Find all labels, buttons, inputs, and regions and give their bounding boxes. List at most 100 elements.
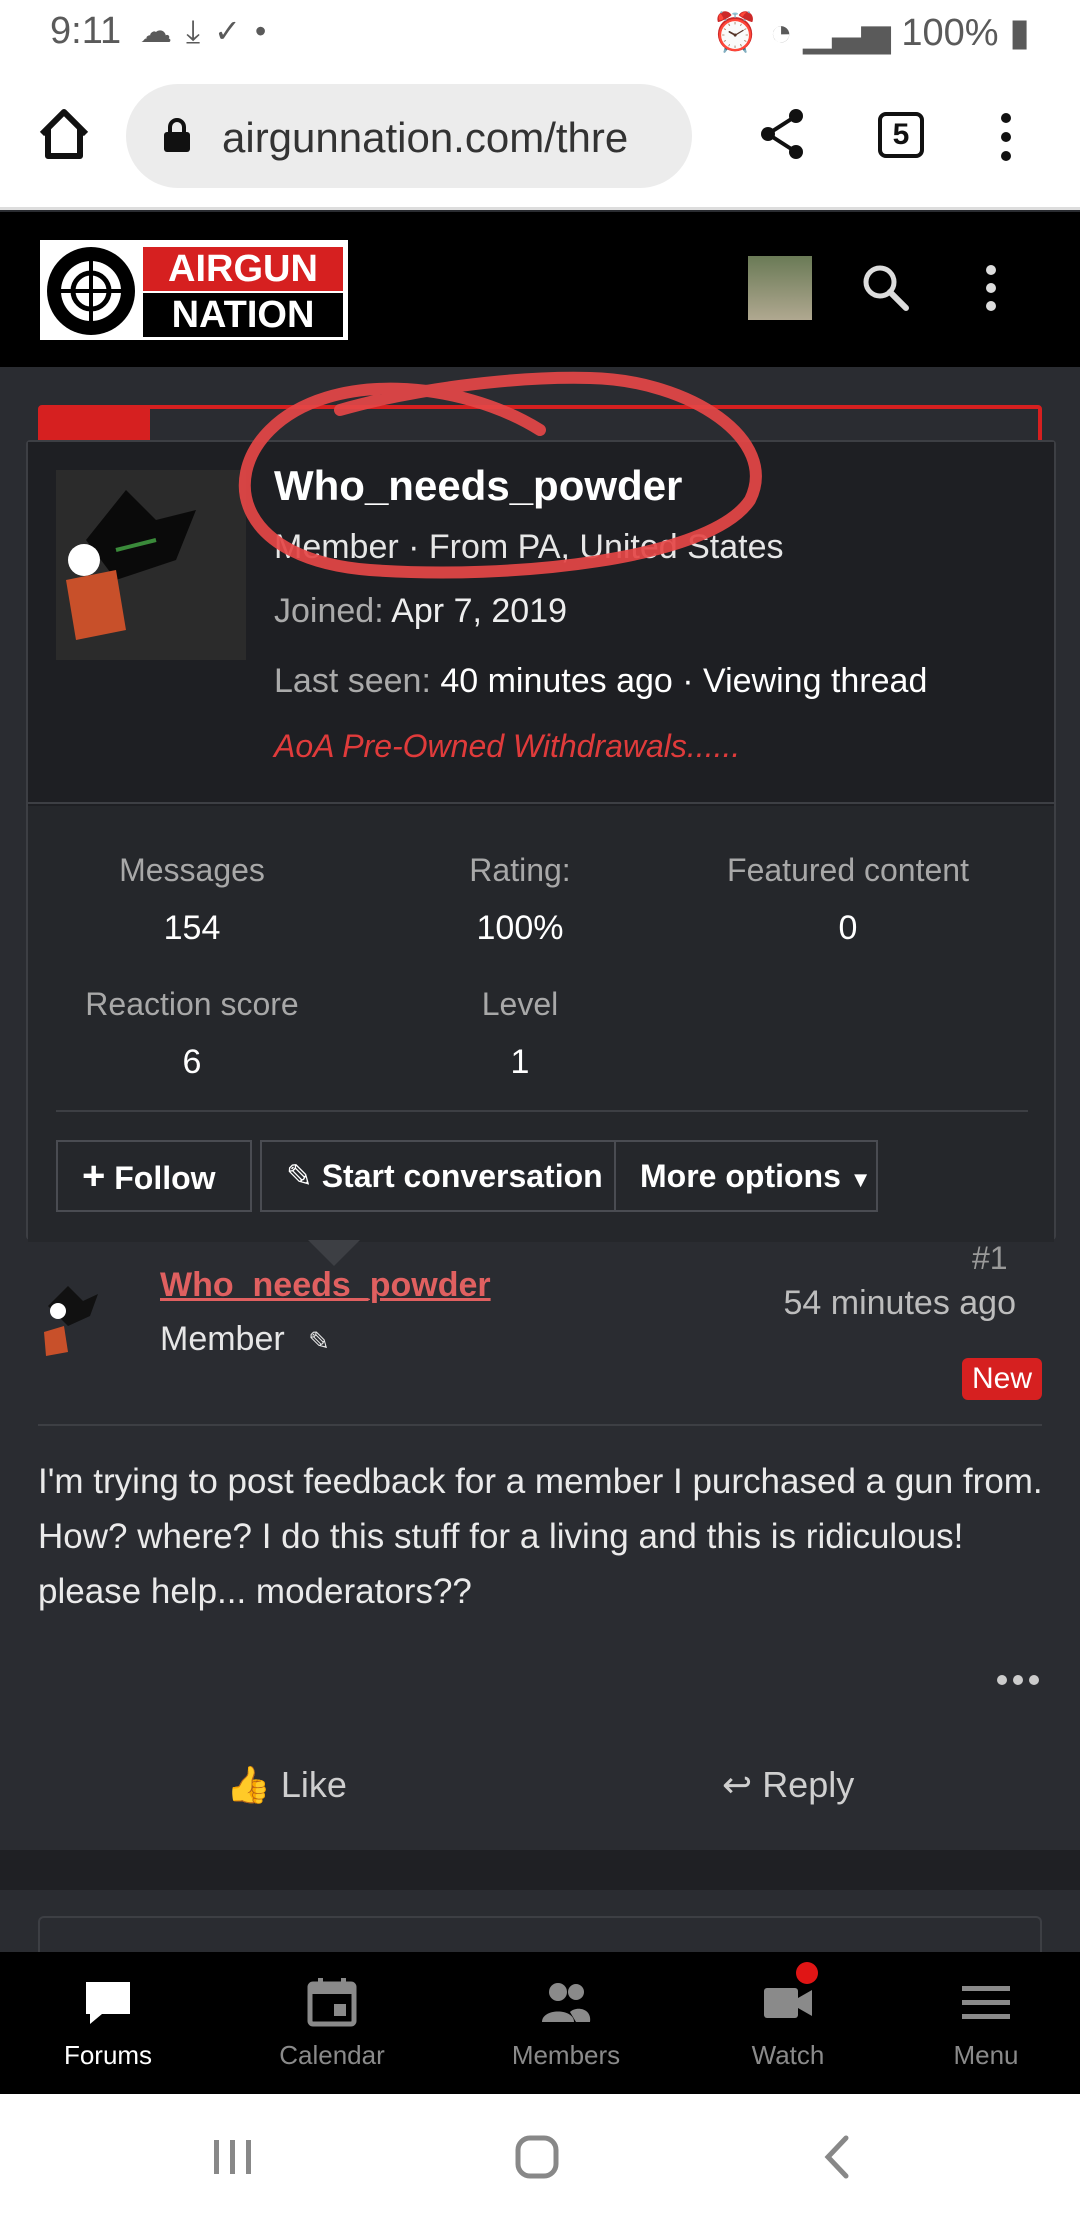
home-button-icon[interactable] xyxy=(514,2134,560,2180)
status-time: 9:11 xyxy=(50,10,122,52)
site-header: AIRGUN NATION xyxy=(0,212,1080,367)
nav-label: Menu xyxy=(953,2040,1019,2070)
status-bar: 9:11 ☁⤓✓• ⏰ ◔ ▁▃▅ 100% ▮ xyxy=(0,0,1080,62)
stat-messages: Messages 154 xyxy=(28,852,356,948)
reply-button[interactable]: ↩ Reply xyxy=(722,1764,854,1806)
follow-button[interactable]: + Follow xyxy=(56,1140,252,1212)
site-logo[interactable]: AIRGUN NATION xyxy=(40,240,348,340)
chat-bubble-icon xyxy=(86,1982,130,2024)
nav-watch[interactable]: Watch xyxy=(688,1952,888,2094)
reply-arrow-icon: ↩ xyxy=(722,1764,753,1805)
url-text: airgunnation.com/thre xyxy=(222,114,629,161)
browser-toolbar: airgunnation.com/thre 5 xyxy=(0,62,1080,210)
stat-value[interactable]: 0 xyxy=(684,909,1012,948)
nav-label: Members xyxy=(511,2040,621,2070)
more-vert-icon[interactable] xyxy=(984,264,998,312)
battery-icon: ▮ xyxy=(1009,12,1030,54)
plus-icon: + xyxy=(82,1154,106,1198)
logo-text-nation: NATION xyxy=(143,293,343,337)
browser-menu-icon[interactable] xyxy=(996,112,1016,162)
new-badge: New xyxy=(961,1358,1042,1400)
post-more-icon[interactable] xyxy=(996,1674,1040,1686)
member-tooltip-card: Who_needs_powder Member · From PA, Unite… xyxy=(26,440,1056,1266)
post-divider xyxy=(38,1424,1042,1426)
calendar-icon xyxy=(307,1978,357,2027)
viewing-thread-link[interactable]: AoA Pre-Owned Withdrawals...... xyxy=(274,728,740,765)
stat-label: Rating: xyxy=(469,852,571,888)
stat-value[interactable]: 100% xyxy=(356,909,684,948)
post-body: I'm trying to post feedback for a member… xyxy=(38,1462,1043,1611)
post-number[interactable]: #1 xyxy=(972,1240,1008,1277)
stat-value[interactable]: 154 xyxy=(28,909,356,948)
nav-forums[interactable]: Forums xyxy=(8,1952,208,2094)
nav-menu[interactable]: Menu xyxy=(886,1952,1080,2094)
back-icon[interactable] xyxy=(822,2134,852,2180)
share-icon[interactable] xyxy=(758,108,806,160)
nav-label: Calendar xyxy=(279,2040,385,2070)
reply-label: Reply xyxy=(762,1764,855,1805)
recents-icon[interactable] xyxy=(210,2136,256,2178)
signal-icon: ▁▃▅ xyxy=(803,12,891,54)
post-username-link[interactable]: Who_needs_powder xyxy=(160,1266,491,1305)
hamburger-icon xyxy=(962,1986,1010,2019)
last-seen-value: 40 minutes ago · Viewing thread xyxy=(440,662,928,700)
member-username[interactable]: Who_needs_powder xyxy=(274,462,682,510)
stat-label: Level xyxy=(481,986,559,1022)
post-avatar[interactable] xyxy=(38,1266,134,1362)
thumbs-up-icon: 👍 xyxy=(226,1764,271,1805)
battery-percent: 100% xyxy=(901,12,999,54)
wifi-icon: ◔ xyxy=(769,12,793,54)
system-navigation-bar xyxy=(0,2094,1080,2220)
user-avatar[interactable] xyxy=(748,256,812,320)
joined-value: Apr 7, 2019 xyxy=(391,592,568,630)
like-button[interactable]: 👍 Like xyxy=(226,1764,347,1806)
stat-label: Featured content xyxy=(727,852,969,888)
nav-label: Forums xyxy=(63,2040,153,2070)
member-joined: Joined: Apr 7, 2019 xyxy=(274,592,567,631)
member-last-seen: Last seen: 40 minutes ago · Viewing thre… xyxy=(274,662,927,701)
members-icon xyxy=(542,1983,591,2022)
search-icon[interactable] xyxy=(860,262,910,312)
caret-down-icon: ▼ xyxy=(849,1167,872,1192)
crosshair-icon xyxy=(47,247,135,335)
stat-label: Reaction score xyxy=(85,986,299,1022)
stats-divider xyxy=(56,1110,1028,1112)
post-time[interactable]: 54 minutes ago xyxy=(784,1284,1017,1323)
stat-reaction-score: Reaction score 6 xyxy=(28,986,356,1082)
stat-level: Level 1 xyxy=(356,986,684,1082)
alarm-icon: ⏰ xyxy=(711,12,759,54)
more-options-button[interactable]: More options ▼ xyxy=(614,1140,878,1212)
status-right: ⏰ ◔ ▁▃▅ 100% ▮ xyxy=(712,10,1030,55)
member-avatar[interactable] xyxy=(56,470,246,660)
stat-value: 1 xyxy=(510,1043,530,1081)
member-card-header: Who_needs_powder Member · From PA, Unite… xyxy=(28,442,1054,804)
stat-value: 6 xyxy=(182,1043,202,1081)
tab-switcher-button[interactable]: 5 xyxy=(878,112,924,158)
nav-label: Watch xyxy=(751,2040,825,2070)
user-edit-icon: ✎ xyxy=(308,1326,330,1356)
next-block-outline xyxy=(38,1916,1042,1956)
bottom-navigation: Forums Calendar Members Watch Menu xyxy=(0,1952,1080,2094)
pencil-icon: ✎ xyxy=(286,1158,313,1194)
home-icon[interactable] xyxy=(36,106,92,162)
notification-dot xyxy=(796,1962,818,1984)
more-options-label: More options xyxy=(640,1158,841,1194)
post-user-role: Member ✎ xyxy=(160,1320,330,1359)
post-role-text: Member xyxy=(160,1320,285,1358)
logo-text-airgun: AIRGUN xyxy=(143,247,343,291)
stat-featured-content: Featured content 0 xyxy=(684,852,1012,948)
member-title: Member · From PA, United States xyxy=(274,528,784,566)
tooltip-arrow xyxy=(308,1240,360,1266)
post-message: #1 Who_needs_powder Member ✎ 54 minutes … xyxy=(0,1240,1080,1956)
joined-label: Joined: xyxy=(274,592,384,630)
nav-calendar[interactable]: Calendar xyxy=(232,1952,432,2094)
url-field[interactable]: airgunnation.com/thre xyxy=(126,84,692,188)
nav-members[interactable]: Members xyxy=(466,1952,666,2094)
post-separator-band xyxy=(0,1850,1080,1890)
last-seen-label: Last seen: xyxy=(274,662,431,700)
thread-header-bar xyxy=(38,405,1042,445)
stat-label: Messages xyxy=(119,852,265,888)
like-label: Like xyxy=(280,1764,347,1805)
start-conversation-button[interactable]: ✎ Start conversation xyxy=(260,1140,616,1212)
notification-icons: ☁⤓✓• xyxy=(140,13,281,49)
